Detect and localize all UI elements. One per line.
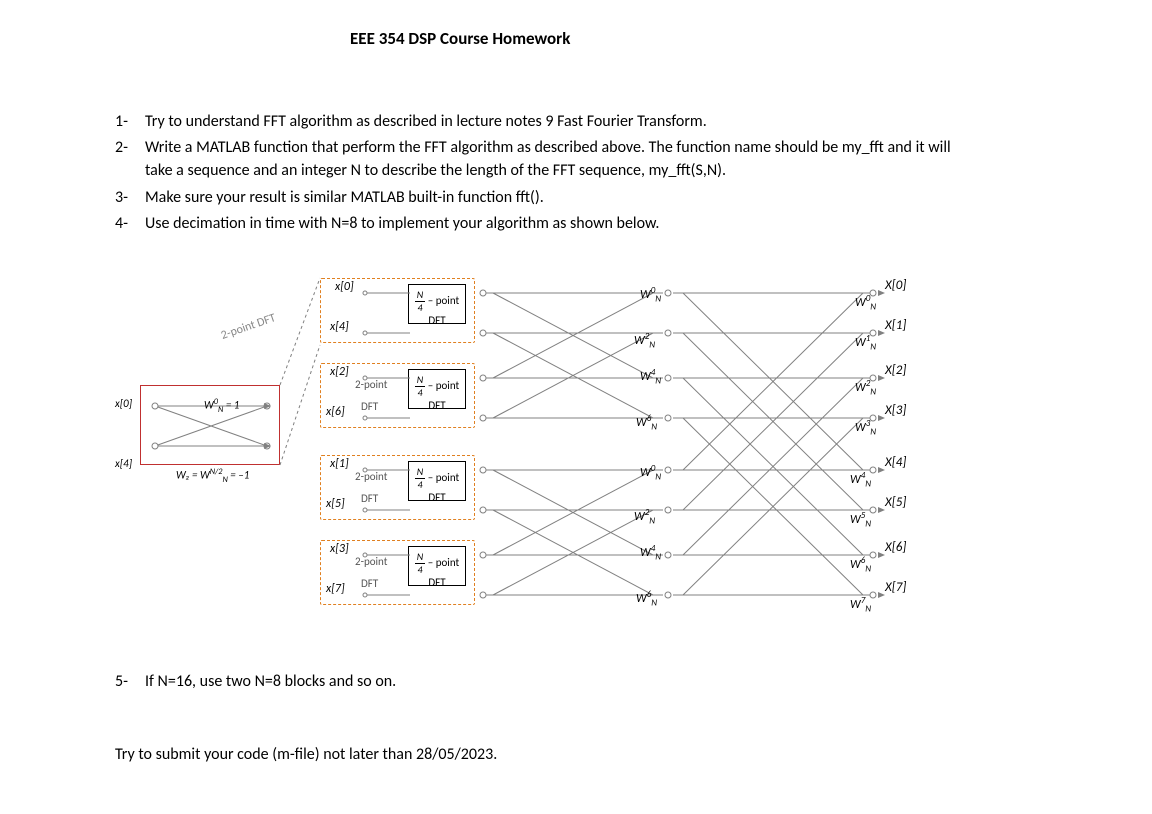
npt-dft-box: N4 – pointDFT	[408, 284, 466, 324]
item-text: If N=16, use two N=8 blocks and so on.	[145, 670, 975, 693]
input-x7: x[7]	[326, 582, 345, 596]
output-X0: X[0]	[885, 278, 906, 293]
zoom-input-b: x[4]	[115, 457, 132, 470]
twiddle-label: W2N	[634, 331, 655, 350]
zoom-input-a: x[0]	[115, 397, 132, 410]
out-twiddle: W6N	[850, 555, 871, 574]
item-text: Write a MATLAB function that perform the…	[145, 136, 975, 182]
item-marker: 4-	[115, 212, 145, 235]
input-x2: x[2]	[330, 365, 349, 379]
item-marker: 5-	[115, 670, 145, 693]
twiddle-label: W4N	[640, 367, 661, 386]
item-text: Make sure your result is similar MATLAB …	[145, 186, 975, 209]
input-x4: x[4]	[330, 320, 349, 334]
list-item: 4- Use decimation in time with N=8 to im…	[115, 212, 975, 235]
input-x1: x[1]	[330, 457, 349, 471]
item-marker: 2-	[115, 136, 145, 182]
npt-dft-box: N4 – pointDFT	[408, 369, 466, 409]
input-x5: x[5]	[326, 497, 345, 511]
list-item: 3- Make sure your result is similar MATL…	[115, 186, 975, 209]
item-text: Use decimation in time with N=8 to imple…	[145, 212, 975, 235]
out-twiddle: W4N	[850, 470, 871, 489]
butterfly-svg	[473, 275, 913, 630]
zoom-w1: W₂ = WN/2N = –1	[176, 467, 249, 485]
item-text: Try to understand FFT algorithm as descr…	[145, 110, 975, 133]
input-x6: x[6]	[326, 405, 345, 419]
input-x3: x[3]	[330, 542, 349, 556]
list-after: 5- If N=16, use two N=8 blocks and so on…	[115, 670, 975, 696]
out-twiddle: W1N	[855, 333, 876, 352]
twiddle-label: W6N	[636, 413, 657, 432]
twiddle-label: W0N	[640, 285, 661, 304]
twiddle-label: W6N	[636, 589, 657, 608]
footer-note: Try to submit your code (m-file) not lat…	[115, 745, 497, 764]
out-twiddle: W7N	[850, 595, 871, 614]
output-X1: X[1]	[885, 318, 906, 333]
list-item: 1- Try to understand FFT algorithm as de…	[115, 110, 975, 133]
out-twiddle: W3N	[855, 418, 876, 437]
twiddle-label: W0N	[640, 463, 661, 482]
fft-diagram: x[0] x[4] W0N = 1 W₂ = WN/2N = –1 2-poin…	[140, 275, 900, 630]
input-x0: x[0]	[335, 280, 354, 294]
out-twiddle: W5N	[850, 510, 871, 529]
page-title: EEE 354 DSP Course Homework	[350, 28, 570, 49]
out-twiddle: W0N	[855, 293, 876, 312]
output-X3: X[3]	[885, 403, 906, 418]
output-X2: X[2]	[885, 363, 906, 378]
npt-dft-box: N4 – pointDFT	[408, 461, 466, 501]
output-X4: X[4]	[885, 455, 906, 470]
output-X7: X[7]	[885, 580, 906, 595]
homework-list: 1- Try to understand FFT algorithm as de…	[115, 110, 975, 238]
twiddle-label: W2N	[634, 507, 655, 526]
list-item: 2- Write a MATLAB function that perform …	[115, 136, 975, 182]
zoom-w0: W0N = 1	[204, 397, 239, 415]
output-X6: X[6]	[885, 540, 906, 555]
zoom-caption: 2-point DFT	[219, 311, 277, 343]
output-X5: X[5]	[885, 495, 906, 510]
npt-dft-box: N4 – pointDFT	[408, 546, 466, 586]
out-twiddle: W2N	[855, 378, 876, 397]
item-marker: 3-	[115, 186, 145, 209]
twiddle-label: W4N	[640, 543, 661, 562]
item-marker: 1-	[115, 110, 145, 133]
list-item: 5- If N=16, use two N=8 blocks and so on…	[115, 670, 975, 693]
